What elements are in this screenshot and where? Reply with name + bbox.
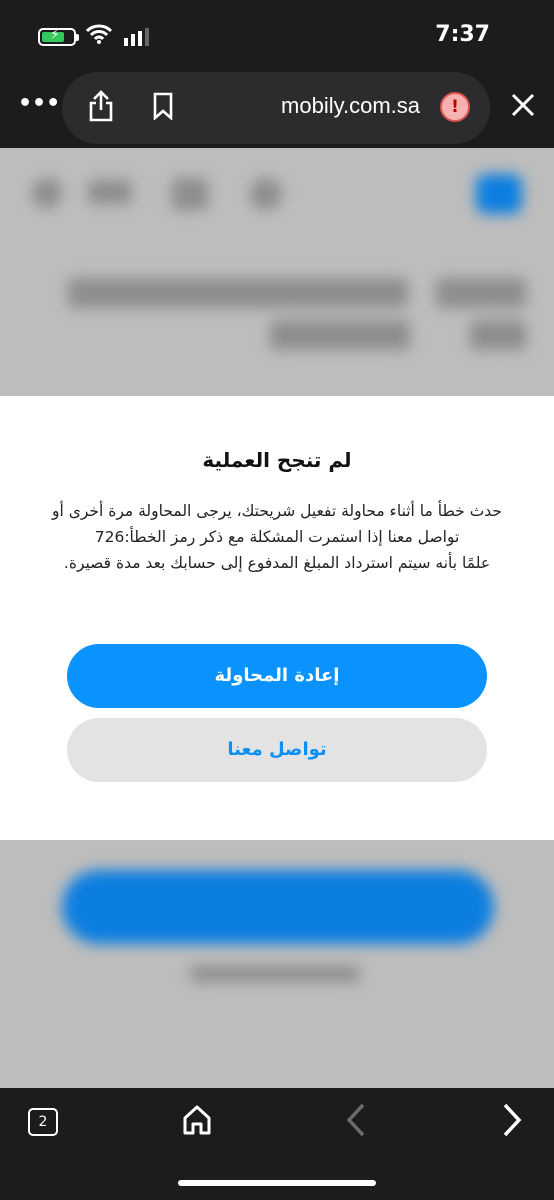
message-line: تواصل معنا إذا استمرت المشكلة مع ذكر رمز… xyxy=(94,528,460,546)
close-icon[interactable] xyxy=(510,92,536,118)
message-line: علمًا بأنه سيتم استرداد المبلغ المدفوع إ… xyxy=(63,554,491,572)
share-icon[interactable] xyxy=(88,90,114,122)
contact-us-button[interactable]: تواصل معنا xyxy=(67,718,487,782)
home-icon[interactable] xyxy=(182,1104,212,1136)
browser-toolbar: 2 xyxy=(0,1088,554,1200)
signal-icon xyxy=(124,28,149,46)
back-arrow-icon[interactable] xyxy=(344,1102,368,1138)
home-indicator xyxy=(178,1180,376,1186)
message-line: حدث خطأ ما أثناء محاولة تفعيل شريحتك، ير… xyxy=(52,502,502,520)
url-field[interactable]: mobily.com.sa ! xyxy=(62,72,490,144)
security-warning-icon[interactable]: ! xyxy=(440,92,470,122)
more-options-icon[interactable]: ••• xyxy=(18,92,60,122)
dialog-message: حدث خطأ ما أثناء محاولة تفعيل شريحتك، ير… xyxy=(14,498,540,576)
status-bar: ⚡ 7:37 xyxy=(0,0,554,70)
battery-icon: ⚡ xyxy=(38,27,79,46)
error-dialog: لم تنجح العملية حدث خطأ ما أثناء محاولة … xyxy=(0,396,554,840)
forward-arrow-icon[interactable] xyxy=(500,1102,524,1138)
browser-address-bar: ••• mobily.com.sa ! xyxy=(0,70,554,148)
site-domain: mobily.com.sa xyxy=(281,93,420,118)
clock: 7:37 xyxy=(435,22,490,47)
wifi-icon xyxy=(86,24,112,44)
dialog-title: لم تنجح العملية xyxy=(202,448,352,472)
retry-button[interactable]: إعادة المحاولة xyxy=(67,644,487,708)
bookmark-icon[interactable] xyxy=(152,92,174,120)
tabs-icon[interactable]: 2 xyxy=(28,1108,58,1136)
